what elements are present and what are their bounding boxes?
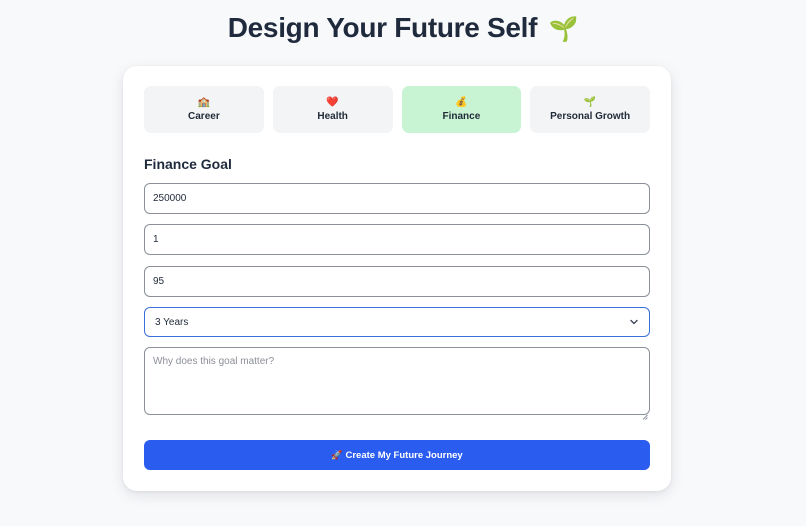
tab-career[interactable]: 🏫 Career [144, 86, 264, 133]
why-textarea[interactable] [144, 347, 650, 415]
tab-finance[interactable]: 💰 Finance [401, 86, 522, 133]
seedling-icon: 🌱 [548, 16, 579, 43]
create-journey-button[interactable]: 🚀 Create My Future Journey [144, 440, 650, 470]
money-bag-icon: 💰 [455, 97, 468, 108]
create-journey-label: Create My Future Journey [345, 449, 463, 461]
tab-health[interactable]: ❤️ Health [272, 86, 393, 133]
page-title: Design Your Future Self 🌱 [0, 12, 806, 44]
tab-label: Personal Growth [550, 111, 631, 122]
tab-label: Career [188, 111, 220, 122]
category-tabs: 🏫 Career ❤️ Health 💰 Finance 🌱 Personal … [144, 86, 650, 133]
chevron-down-icon [629, 317, 639, 327]
tab-label: Finance [442, 111, 481, 122]
tab-personal-growth[interactable]: 🌱 Personal Growth [530, 86, 650, 133]
timeframe-select[interactable]: 3 Years [144, 307, 650, 337]
heart-icon: ❤️ [326, 97, 339, 108]
timeframe-selected-value: 3 Years [155, 316, 189, 328]
school-icon: 🏫 [197, 97, 211, 108]
tab-label: Health [317, 111, 348, 122]
target-amount-input[interactable] [144, 183, 650, 214]
seedling-icon: 🌱 [583, 97, 597, 108]
current-progress-input[interactable] [144, 224, 650, 255]
confidence-input[interactable] [144, 266, 650, 297]
page-title-text: Design Your Future Self [227, 12, 538, 43]
goal-card: 🏫 Career ❤️ Health 💰 Finance 🌱 Personal … [123, 66, 671, 491]
resize-handle-icon[interactable] [642, 407, 648, 420]
rocket-icon: 🚀 [331, 449, 343, 460]
section-title: Finance Goal [144, 156, 232, 172]
